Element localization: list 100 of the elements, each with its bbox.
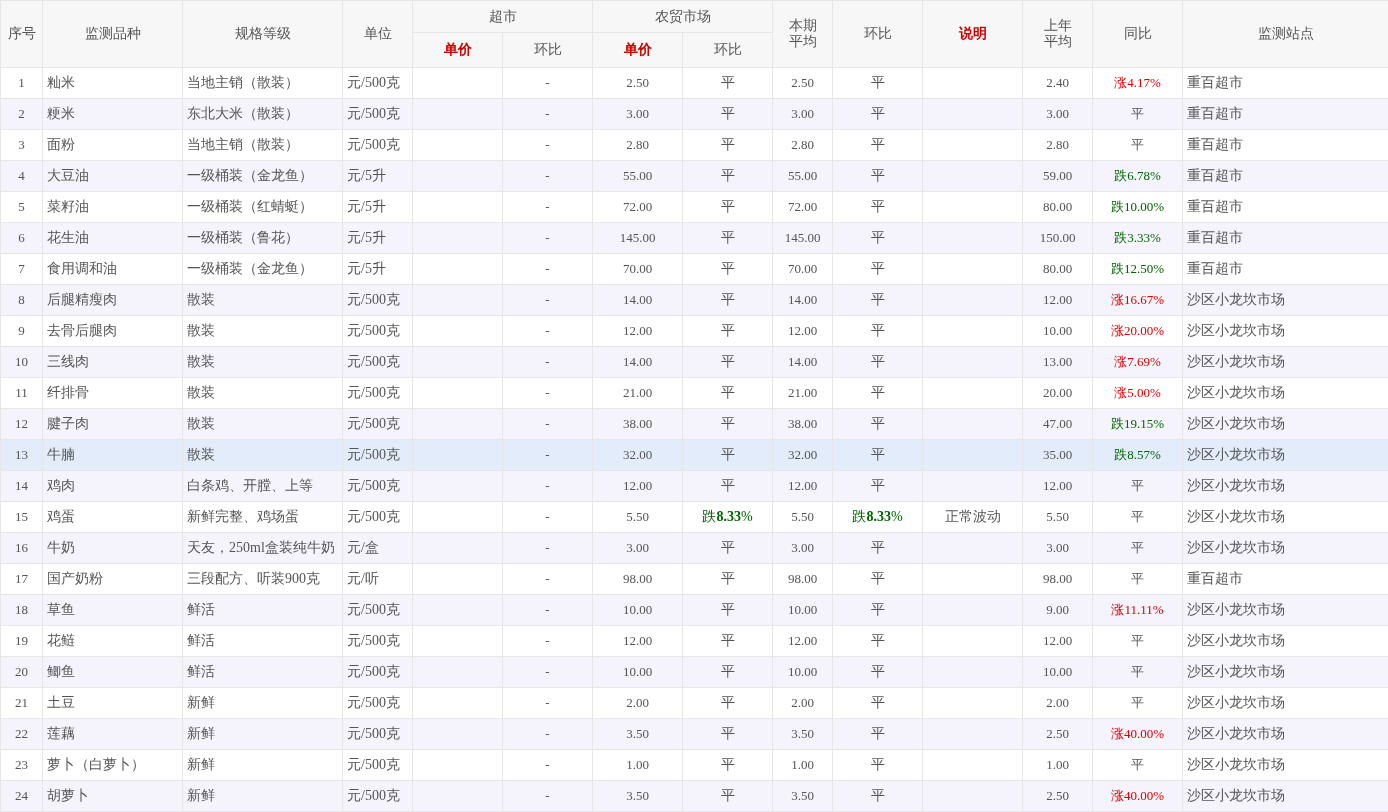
index-cell: 5 (0, 191, 43, 223)
spec-cell: 新鲜 (182, 749, 343, 781)
average-cell: 32.00 (772, 439, 833, 471)
change-cell: 跌8.57% (1092, 439, 1183, 471)
index-cell: 21 (0, 687, 43, 719)
column-header: 同比 (1122, 26, 1153, 42)
price-cell: 14.00 (592, 346, 683, 378)
unit-cell: 元/500克 (342, 749, 413, 781)
column-header: 上年平均 (1043, 18, 1072, 50)
average-cell: 70.00 (772, 253, 833, 285)
column-header: 环比 (712, 42, 743, 58)
change-cell: 涨40.00% (1092, 780, 1183, 812)
change-cell: 平 (832, 160, 923, 192)
spec-cell: 当地主销（散装） (182, 67, 343, 99)
price-cell: 12.00 (592, 315, 683, 347)
column-header: 农贸市场 (653, 8, 712, 25)
column-header: 环比 (532, 42, 563, 58)
change-cell: 跌3.33% (1092, 222, 1183, 254)
last-year-cell: 98.00 (1022, 563, 1093, 595)
average-cell: 145.00 (772, 222, 833, 254)
item-cell: 牛腩 (42, 439, 183, 471)
last-year-cell: 3.00 (1022, 98, 1093, 130)
change-cell: - (502, 780, 593, 812)
unit-cell: 元/5升 (342, 160, 413, 192)
change-cell: 平 (832, 594, 923, 626)
change-cell: 平 (682, 563, 773, 595)
item-cell: 鸡肉 (42, 470, 183, 502)
change-cell: - (502, 563, 593, 595)
price-cell: 5.50 (592, 501, 683, 533)
change-cell: 平 (682, 315, 773, 347)
change-cell: 平 (1092, 749, 1183, 781)
last-year-cell: 12.00 (1022, 470, 1093, 502)
change-cell: 平 (682, 594, 773, 626)
last-year-cell: 59.00 (1022, 160, 1093, 192)
change-cell: - (502, 470, 593, 502)
column-header: 监测品种 (83, 26, 142, 42)
change-cell: 跌19.15% (1092, 408, 1183, 440)
last-year-cell: 20.00 (1022, 377, 1093, 409)
average-cell: 3.50 (772, 780, 833, 812)
spec-cell: 白条鸡、开膛、上等 (182, 470, 343, 502)
index-cell: 4 (0, 160, 43, 192)
average-cell: 3.00 (772, 532, 833, 564)
unit-cell: 元/500克 (342, 408, 413, 440)
spec-cell: 散装 (182, 439, 343, 471)
unit-cell: 元/500克 (342, 780, 413, 812)
index-cell: 1 (0, 67, 43, 99)
price-cell: 12.00 (592, 470, 683, 502)
index-cell: 13 (0, 439, 43, 471)
price-cell: 55.00 (592, 160, 683, 192)
change-cell: 涨7.69% (1092, 346, 1183, 378)
spec-cell: 一级桶装（红蜻蜓） (182, 191, 343, 223)
last-year-cell: 3.00 (1022, 532, 1093, 564)
change-cell: 平 (682, 625, 773, 657)
average-cell: 12.00 (772, 315, 833, 347)
change-cell: 平 (832, 408, 923, 440)
index-cell: 7 (0, 253, 43, 285)
index-cell: 17 (0, 563, 43, 595)
change-cell: 平 (682, 222, 773, 254)
price-cell: 70.00 (592, 253, 683, 285)
note-cell: 正常波动 (922, 501, 1023, 533)
index-cell: 24 (0, 780, 43, 812)
unit-cell: 元/盒 (342, 532, 413, 564)
unit-cell: 元/500克 (342, 284, 413, 316)
column-header: 序号 (6, 26, 37, 42)
change-cell: 平 (682, 284, 773, 316)
spec-cell: 新鲜 (182, 780, 343, 812)
change-cell: 平 (682, 377, 773, 409)
change-cell: - (502, 98, 593, 130)
item-cell: 鲫鱼 (42, 656, 183, 688)
price-cell: 12.00 (592, 625, 683, 657)
item-cell: 纤排骨 (42, 377, 183, 409)
last-year-cell: 47.00 (1022, 408, 1093, 440)
last-year-cell: 2.40 (1022, 67, 1093, 99)
change-cell: 涨11.11% (1092, 594, 1183, 626)
index-cell: 14 (0, 470, 43, 502)
change-cell: 平 (682, 408, 773, 440)
unit-cell: 元/5升 (342, 222, 413, 254)
last-year-cell: 2.50 (1022, 718, 1093, 750)
change-cell: 平 (682, 67, 773, 99)
unit-cell: 元/500克 (342, 98, 413, 130)
item-cell: 牛奶 (42, 532, 183, 564)
unit-cell: 元/5升 (342, 191, 413, 223)
index-cell: 20 (0, 656, 43, 688)
change-cell: 平 (832, 625, 923, 657)
average-cell: 3.00 (772, 98, 833, 130)
average-cell: 2.00 (772, 687, 833, 719)
change-cell: - (502, 160, 593, 192)
change-cell: 平 (682, 129, 773, 161)
change-cell: 平 (682, 749, 773, 781)
average-cell: 10.00 (772, 656, 833, 688)
column-header: 环比 (862, 26, 893, 42)
unit-cell: 元/500克 (342, 346, 413, 378)
spec-cell: 新鲜 (182, 687, 343, 719)
price-cell: 98.00 (592, 563, 683, 595)
unit-cell: 元/500克 (342, 129, 413, 161)
unit-cell: 元/500克 (342, 501, 413, 533)
change-cell: 平 (832, 439, 923, 471)
average-cell: 21.00 (772, 377, 833, 409)
change-cell: 涨20.00% (1092, 315, 1183, 347)
spec-cell: 散装 (182, 377, 343, 409)
